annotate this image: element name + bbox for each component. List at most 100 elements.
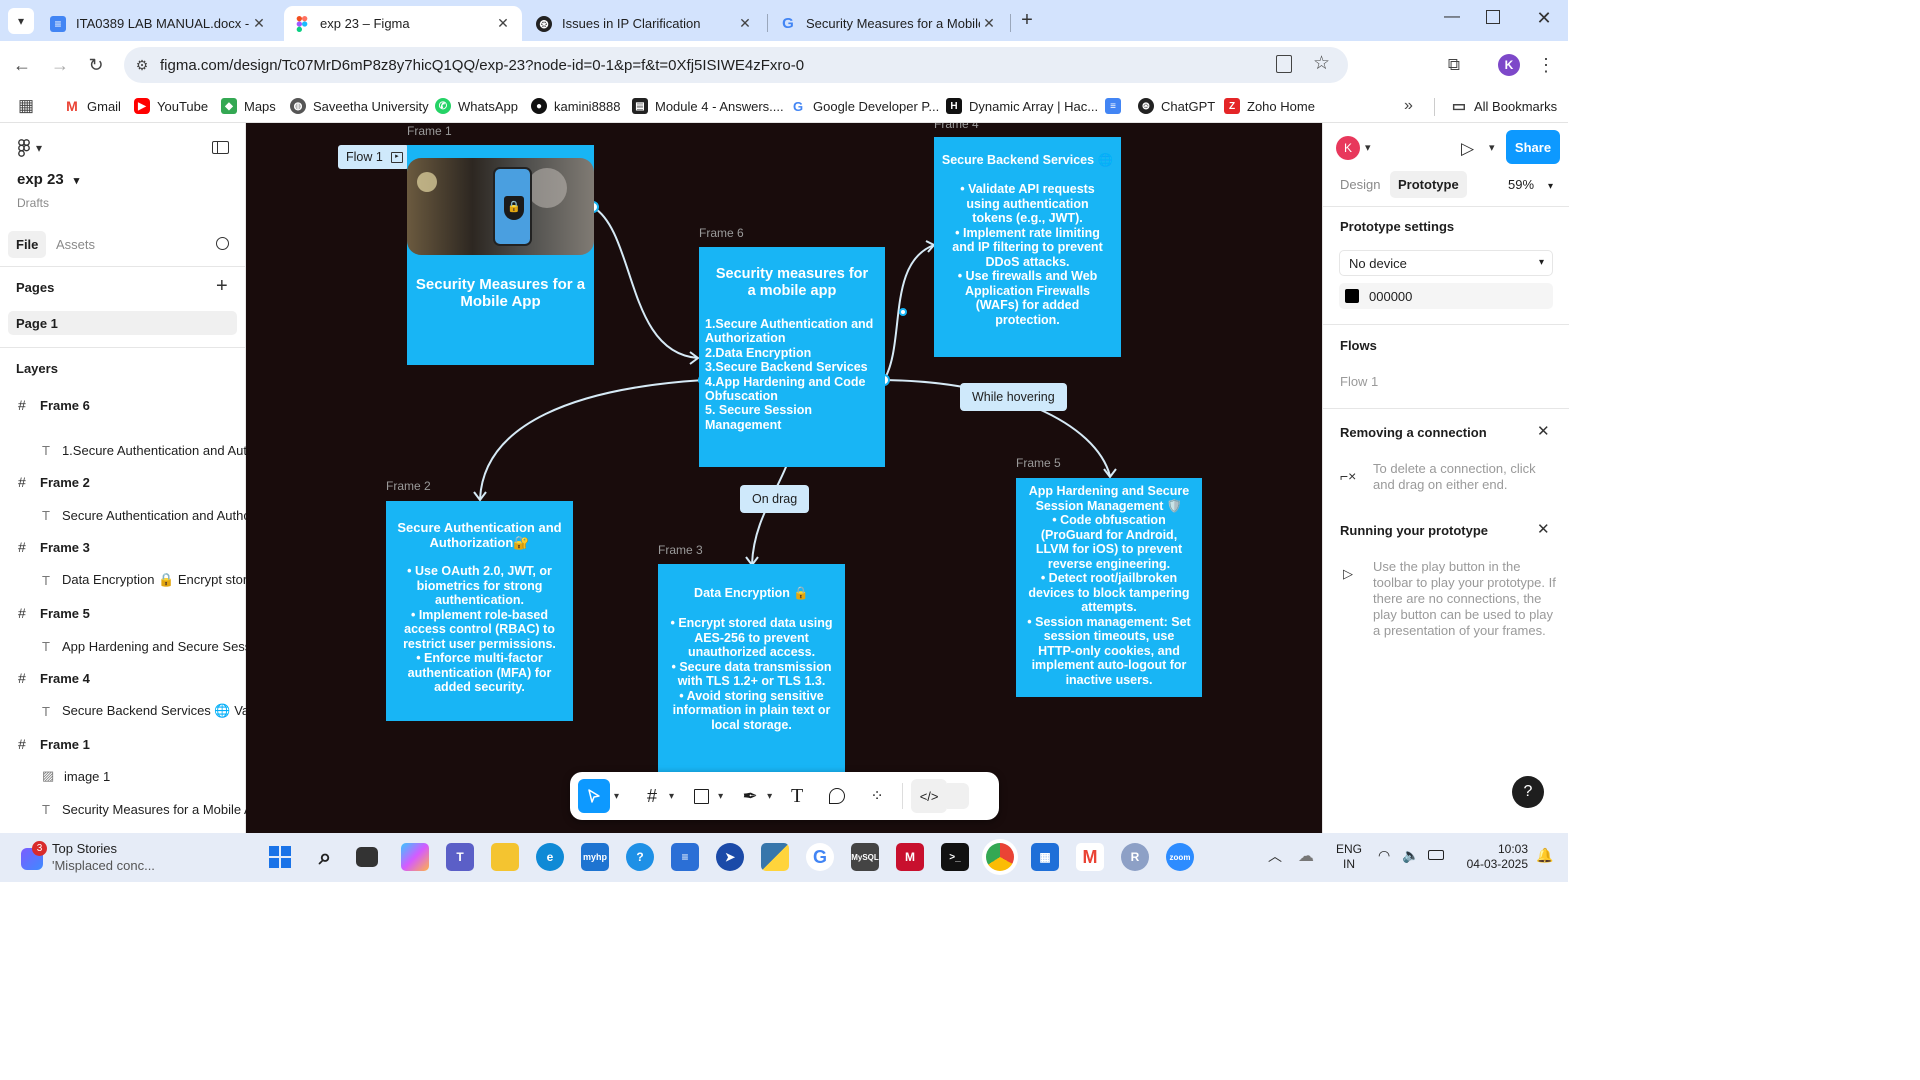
background-color-field[interactable]: 000000 [1339, 283, 1553, 309]
move-tool[interactable] [578, 779, 610, 813]
file-name[interactable]: exp 23 ▾ [17, 171, 79, 188]
text-tool-icon[interactable]: T [780, 779, 814, 813]
flow-start-badge[interactable]: Flow 1 ▸ [338, 145, 409, 169]
profile-avatar[interactable]: K [1498, 54, 1520, 76]
teams-icon[interactable]: T [446, 843, 474, 871]
copilot-icon[interactable] [401, 843, 429, 871]
chrome-google-icon[interactable]: G [806, 843, 834, 871]
tab-file[interactable]: File [8, 231, 47, 258]
frame-label[interactable]: Frame 2 [386, 479, 431, 493]
tab-search-button[interactable]: ▾ [8, 8, 34, 34]
browser-tab[interactable]: ⊛ Issues in IP Clarification ✕ [526, 6, 764, 41]
extensions-icon[interactable]: ⧉ [1440, 51, 1468, 79]
dev-mode-icon[interactable]: </> [911, 779, 948, 813]
bookmark-gmail[interactable]: M Gmail [64, 95, 121, 117]
close-tab-icon[interactable]: ✕ [736, 15, 754, 32]
minimize-icon[interactable]: — [1440, 8, 1464, 32]
layer-frame[interactable]: # Frame 6 [0, 391, 246, 419]
gmail-icon[interactable]: M [1076, 843, 1104, 871]
toggle-sidebar-icon[interactable] [212, 141, 229, 154]
browser-menu-icon[interactable]: ⋮ [1532, 51, 1560, 79]
chevron-down-icon[interactable]: ▾ [767, 791, 772, 802]
restore-icon[interactable] [1486, 10, 1500, 24]
close-tab-icon[interactable]: ✕ [980, 15, 998, 32]
all-bookmarks[interactable]: ▭ All Bookmarks [1451, 95, 1557, 117]
terminal-icon[interactable]: >_ [941, 843, 969, 871]
bookmark-chatgpt[interactable]: ⊛ ChatGPT [1138, 95, 1215, 117]
notepad-icon[interactable]: ≡ [671, 843, 699, 871]
layer-text[interactable]: T Secure Backend Services 🌐 Valid [0, 697, 246, 725]
frame-label[interactable]: Frame 4 [934, 123, 979, 131]
layer-image[interactable]: ▨ image 1 [0, 762, 246, 790]
python-icon[interactable] [761, 843, 789, 871]
rectangle-tool-icon[interactable] [684, 779, 718, 813]
chrome-icon[interactable] [986, 843, 1014, 871]
close-icon[interactable]: ✕ [1537, 422, 1550, 440]
flow-item[interactable]: Flow 1 [1340, 374, 1378, 390]
pen-tool-icon[interactable]: ✒ [733, 779, 767, 813]
design-canvas[interactable]: Flow 1 ▸ Frame 1 🔒 Security Measures for… [246, 123, 1322, 833]
bookmark-zoho[interactable]: Z Zoho Home [1224, 95, 1315, 117]
mysql-icon[interactable]: MySQL [851, 843, 879, 871]
mcafee-icon[interactable]: M [896, 843, 924, 871]
tab-prototype[interactable]: Prototype [1390, 171, 1467, 198]
browser-tab[interactable]: ≡ ITA0389 LAB MANUAL.docx - G ✕ [40, 6, 278, 41]
more-bookmarks-icon[interactable]: » [1404, 95, 1413, 117]
frame-2[interactable]: Secure Authentication and Authorization🔐… [386, 501, 573, 721]
close-icon[interactable]: ✕ [1537, 520, 1550, 538]
help-app-icon[interactable]: ? [626, 843, 654, 871]
store-icon[interactable]: ▦ [1031, 843, 1059, 871]
color-swatch[interactable] [1345, 289, 1359, 303]
tab-design[interactable]: Design [1340, 177, 1380, 192]
wifi-icon[interactable]: ◠ [1378, 847, 1390, 864]
actions-tool-icon[interactable]: ⁘ [860, 779, 894, 813]
user-avatar[interactable]: K [1336, 136, 1360, 160]
zoom-level[interactable]: 59% ▾ [1508, 177, 1553, 192]
device-select[interactable]: No device ▾ [1339, 250, 1553, 276]
bookmark-github[interactable]: ● kamini8888 [531, 95, 621, 117]
layer-text[interactable]: T Secure Authentication and Author [0, 501, 246, 529]
layer-frame[interactable]: # Frame 3 [0, 533, 246, 561]
apps-grid-icon[interactable]: ▦ [18, 95, 34, 117]
add-page-icon[interactable]: + [216, 275, 228, 298]
trigger-on-drag[interactable]: On drag [740, 485, 810, 513]
bookmark-module4[interactable]: ▤ Module 4 - Answers.... [632, 95, 784, 117]
mail-app-icon[interactable]: ➤ [716, 843, 744, 871]
layer-text[interactable]: T Security Measures for a Mobile Ap [0, 795, 246, 823]
new-tab-icon[interactable]: + [1016, 9, 1038, 31]
layer-text[interactable]: T App Hardening and Secure Sessio [0, 632, 246, 660]
layer-frame[interactable]: # Frame 4 [0, 664, 246, 692]
bookmark-youtube[interactable]: ▶ YouTube [134, 95, 208, 117]
news-widget[interactable]: 3 Top Stories 'Misplaced conc... [18, 840, 218, 876]
bookmark-hackerrank[interactable]: H Dynamic Array | Hac... [946, 95, 1098, 117]
frame-label[interactable]: Frame 5 [1016, 456, 1061, 470]
figma-menu-icon[interactable]: ▾ [18, 139, 42, 157]
forward-icon[interactable]: → [46, 51, 74, 79]
weather-icon[interactable]: ☁ [1298, 846, 1314, 866]
browser-tab[interactable]: G Security Measures for a Mobile ✕ [770, 6, 1008, 41]
task-view-icon[interactable] [356, 847, 378, 867]
search-icon[interactable]: ⌕ [311, 843, 339, 871]
chevron-down-icon[interactable]: ▾ [614, 791, 619, 802]
bookmark-maps[interactable]: ◆ Maps [221, 95, 276, 117]
trigger-while-hovering[interactable]: While hovering [960, 383, 1067, 411]
site-settings-icon[interactable]: ⚙ [124, 57, 160, 74]
myhp-icon[interactable]: myhp [581, 843, 609, 871]
frame-6[interactable]: Security measures for a mobile app 1.Sec… [699, 247, 885, 467]
start-icon[interactable] [266, 843, 294, 871]
help-button[interactable]: ? [1512, 776, 1544, 808]
bookmark-saveetha[interactable]: ◍ Saveetha University [290, 95, 429, 117]
present-play-icon[interactable]: ▷ [1461, 139, 1474, 159]
frame-label[interactable]: Frame 6 [699, 226, 744, 240]
layer-text[interactable]: T 1.Secure Authentication and Auth [0, 436, 246, 464]
browser-tab-active[interactable]: exp 23 – Figma ✕ [284, 6, 522, 41]
chevron-down-icon[interactable]: ▾ [1365, 141, 1371, 154]
tray-chevron-icon[interactable]: ︿ [1268, 846, 1282, 866]
file-explorer-icon[interactable] [491, 843, 519, 871]
clock[interactable]: 10:03 04-03-2025 [1458, 842, 1528, 872]
chevron-down-icon[interactable]: ▾ [718, 791, 723, 802]
install-app-icon[interactable] [1276, 55, 1292, 73]
frame-5[interactable]: App Hardening and Secure Session Managem… [1016, 478, 1202, 697]
address-bar[interactable]: ⚙ figma.com/design/Tc07MrD6mP8z8y7hicQ1Q… [124, 47, 1348, 83]
close-tab-icon[interactable]: ✕ [494, 15, 512, 32]
